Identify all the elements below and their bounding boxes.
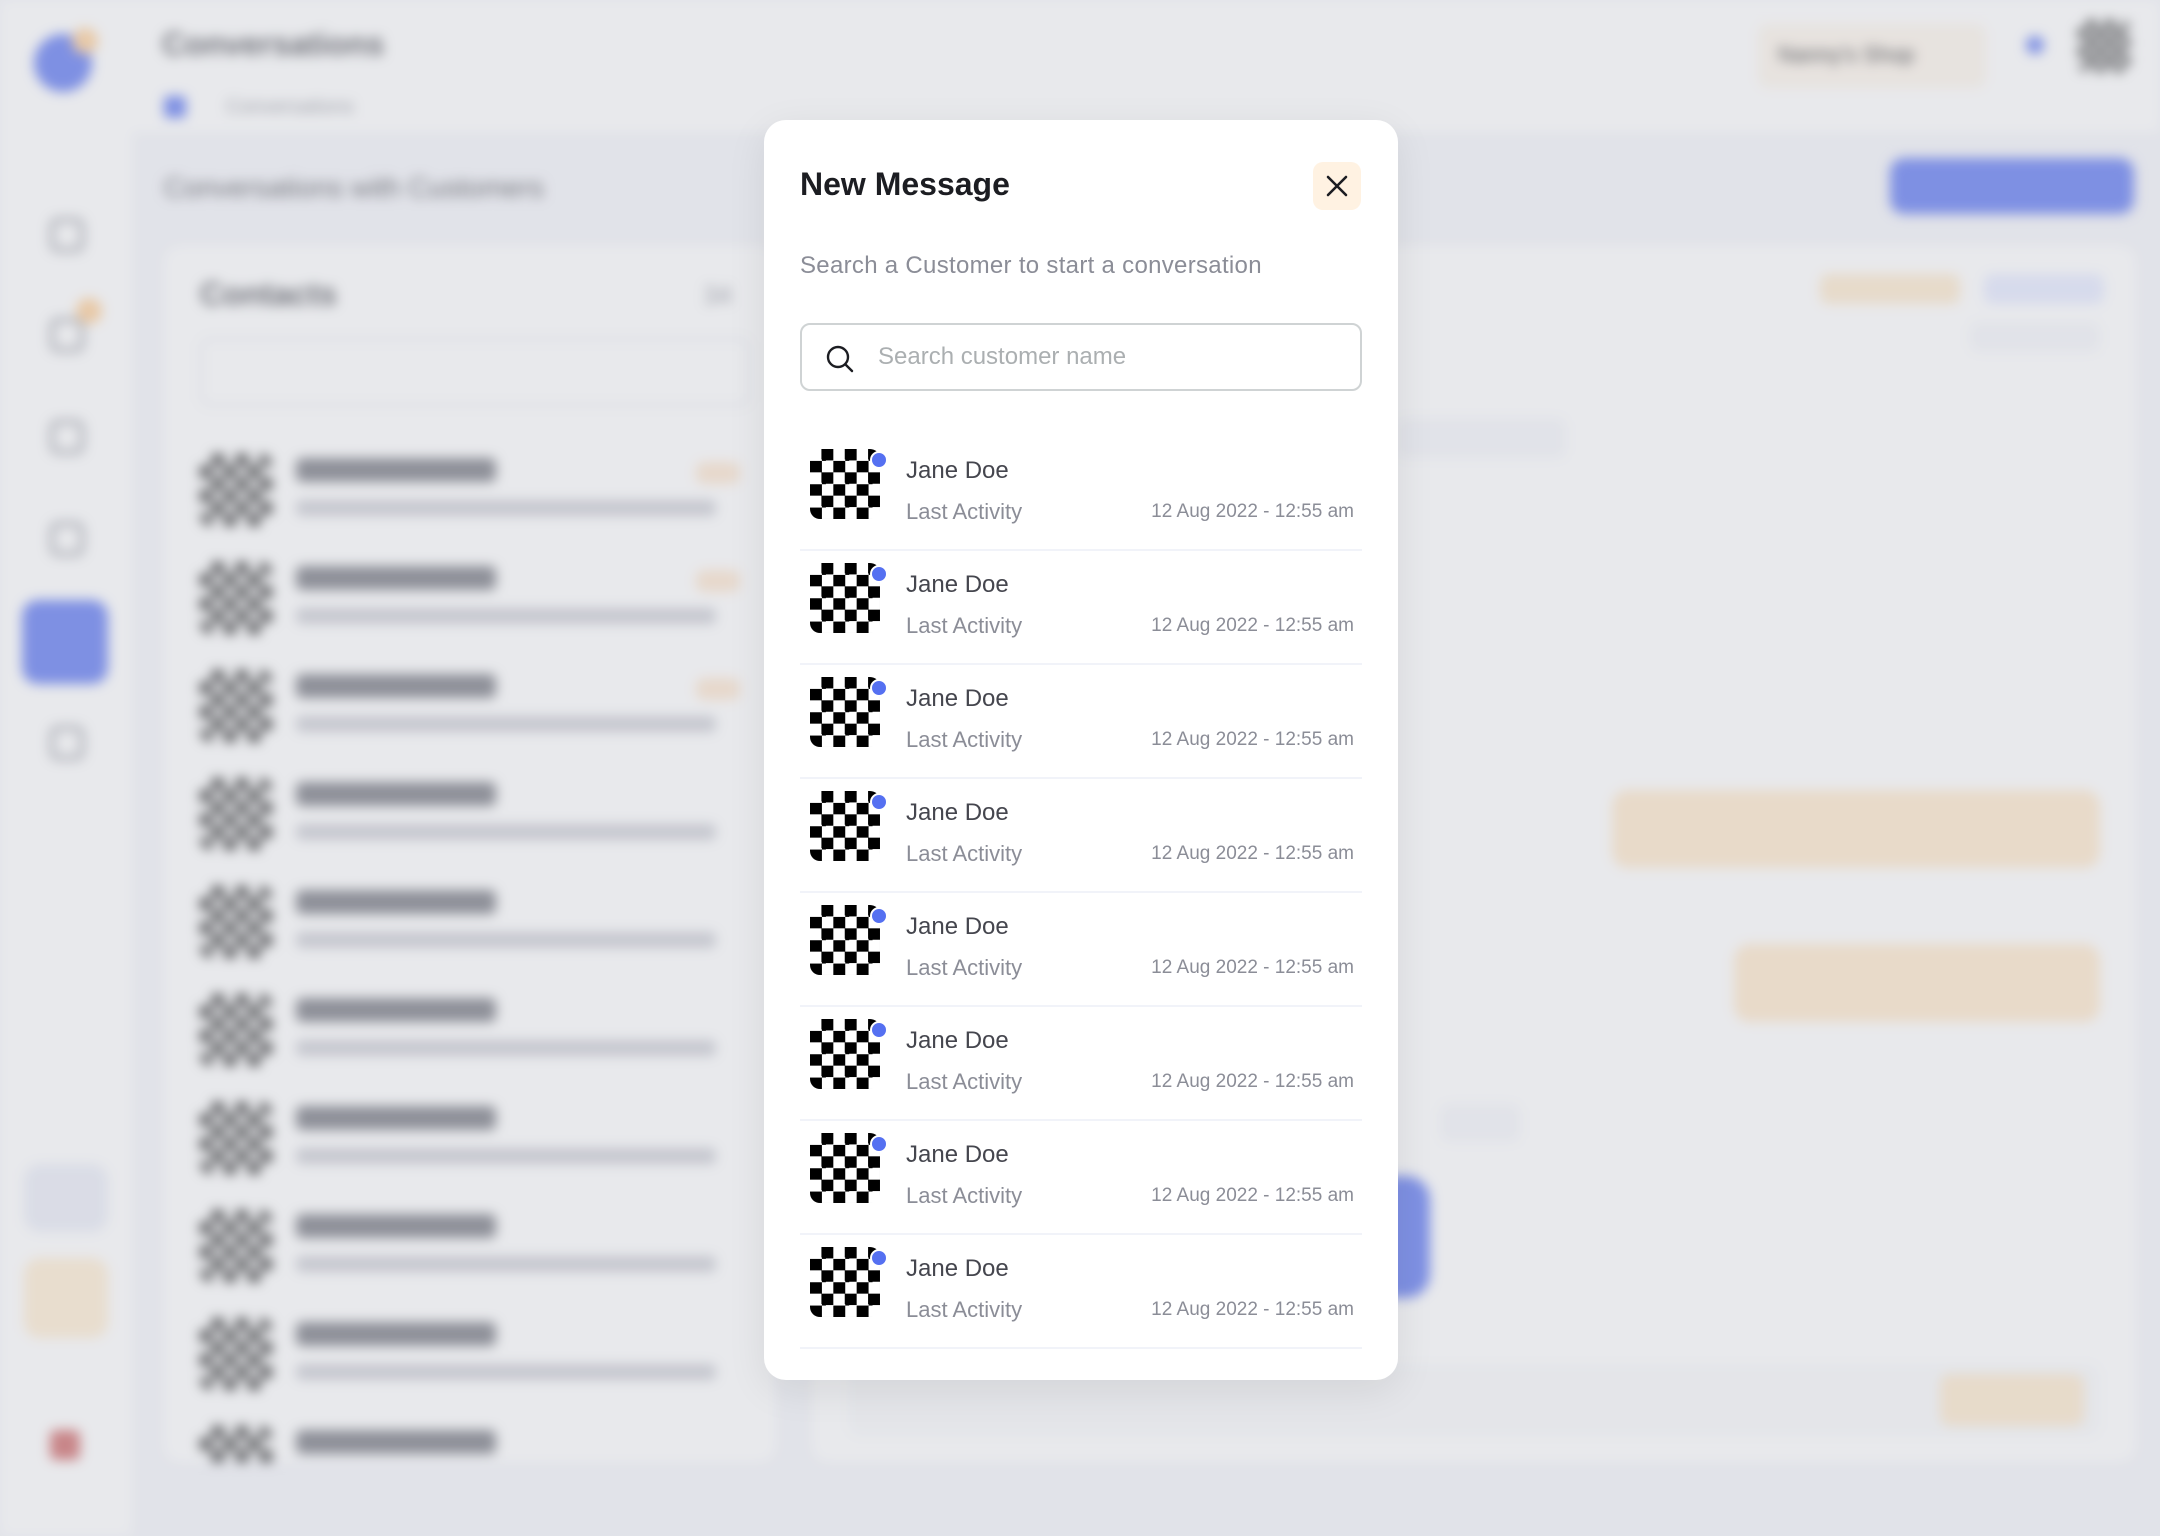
customer-list-item[interactable]: Jane Doe Last Activity 12 Aug 2022 - 12:55… [800,893,1362,1007]
last-activity-time: 12 Aug 2022 - 12:55 am [1151,1299,1354,1320]
online-status-dot [870,1021,888,1039]
close-icon [1326,175,1348,197]
customer-subtitle: Last Activity [906,1297,1023,1322]
customer-list-item[interactable]: Jane Doe Last Activity 12 Aug 2022 - 12:55… [800,779,1362,893]
last-activity-time: 12 Aug 2022 - 12:55 am [1151,501,1354,522]
last-activity-time: 12 Aug 2022 - 12:55 am [1151,729,1354,750]
online-status-dot [870,1135,888,1153]
customer-list-item[interactable]: Jane Doe Last Activity 12 Aug 2022 - 12:55… [800,1121,1362,1235]
customer-search-field[interactable] [800,323,1362,391]
customer-list-item[interactable]: Jane Doe Last Activity 12 Aug 2022 - 12:55… [800,665,1362,779]
customer-subtitle: Last Activity [906,955,1023,980]
last-activity-time: 12 Aug 2022 - 12:55 am [1151,1185,1354,1206]
online-status-dot [870,565,888,583]
customer-list: Jane Doe Last Activity 12 Aug 2022 - 12:55… [800,437,1362,1349]
customer-name: Jane Doe [906,913,1009,940]
online-status-dot [870,907,888,925]
customer-subtitle: Last Activity [906,841,1023,866]
online-status-dot [870,1249,888,1267]
customer-subtitle: Last Activity [906,499,1023,524]
last-activity-time: 12 Aug 2022 - 12:55 am [1151,615,1354,636]
close-button[interactable] [1313,162,1361,210]
modal-subtitle: Search a Customer to start a conversatio… [800,252,1262,279]
customer-name: Jane Doe [906,799,1009,826]
customer-subtitle: Last Activity [906,727,1023,752]
customer-name: Jane Doe [906,571,1009,598]
customer-subtitle: Last Activity [906,1183,1023,1208]
last-activity-time: 12 Aug 2022 - 12:55 am [1151,957,1354,978]
search-icon [826,345,854,373]
last-activity-time: 12 Aug 2022 - 12:55 am [1151,1071,1354,1092]
customer-name: Jane Doe [906,1255,1009,1282]
customer-name: Jane Doe [906,1027,1009,1054]
customer-name: Jane Doe [906,1141,1009,1168]
customer-subtitle: Last Activity [906,613,1023,638]
customer-name: Jane Doe [906,685,1009,712]
customer-list-item[interactable]: Jane Doe Last Activity 12 Aug 2022 - 12:55… [800,551,1362,665]
modal-title: New Message [800,166,1010,202]
customer-list-item[interactable]: Jane Doe Last Activity 12 Aug 2022 - 12:55… [800,437,1362,551]
last-activity-time: 12 Aug 2022 - 12:55 am [1151,843,1354,864]
new-message-modal: New Message Search a Customer to start a… [764,120,1398,1380]
online-status-dot [870,793,888,811]
online-status-dot [870,451,888,469]
online-status-dot [870,679,888,697]
customer-name: Jane Doe [906,457,1009,484]
customer-subtitle: Last Activity [906,1069,1023,1094]
customer-list-item[interactable]: Jane Doe Last Activity 12 Aug 2022 - 12:55… [800,1235,1362,1349]
search-input[interactable] [876,331,1350,383]
customer-list-item[interactable]: Jane Doe Last Activity 12 Aug 2022 - 12:55… [800,1007,1362,1121]
